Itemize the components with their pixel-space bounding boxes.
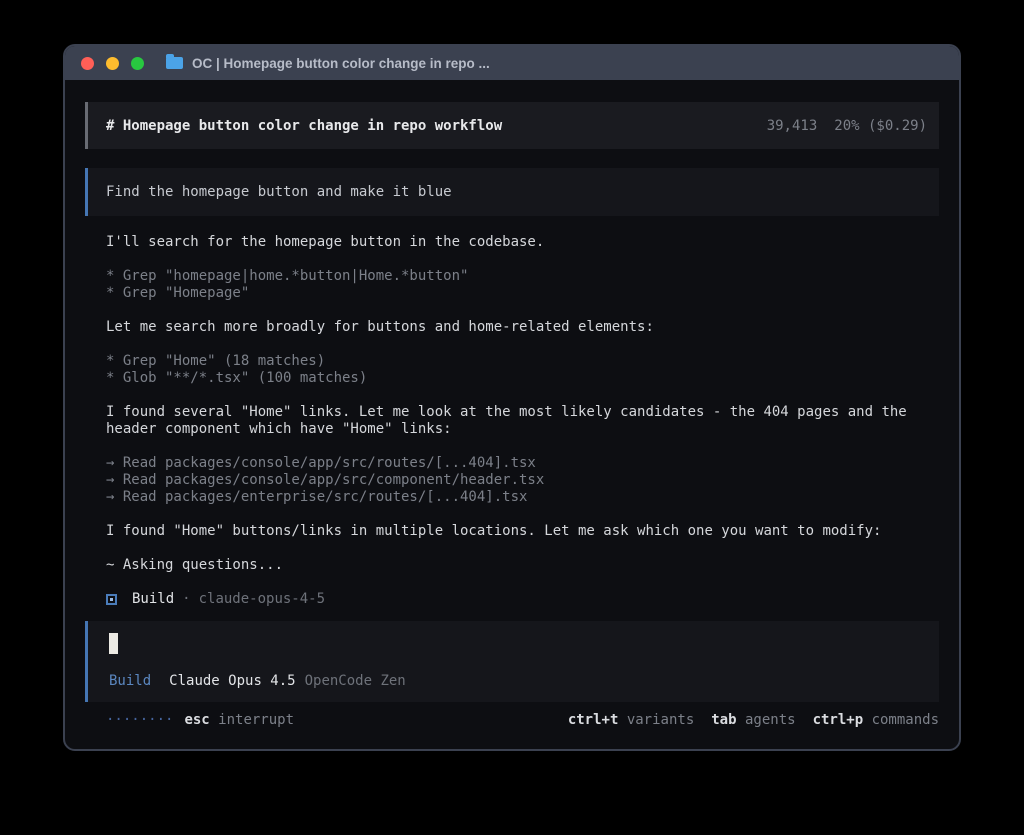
active-model-label: Claude Opus 4.5	[169, 673, 295, 689]
agent-status-line: Build · claude-opus-4-5	[106, 591, 939, 608]
conversation: I'll search for the homepage button in t…	[85, 234, 939, 608]
tool-call: → Read packages/enterprise/src/routes/[.…	[106, 489, 939, 506]
tool-call: → Read packages/console/app/src/routes/[…	[106, 455, 939, 472]
terminal-content: # Homepage button color change in repo w…	[65, 80, 959, 728]
tool-call: * Glob "**/*.tsx" (100 matches)	[106, 370, 939, 387]
tool-call: * Grep "Homepage"	[106, 285, 939, 302]
active-agent-label: Build	[109, 673, 151, 689]
session-stats: 39,413 20% ($0.29)	[767, 118, 927, 134]
tool-call-group: * Grep "Home" (18 matches) * Glob "**/*.…	[106, 353, 939, 387]
tool-call: * Grep "homepage|home.*button|Home.*butt…	[106, 268, 939, 285]
hint-variants: ctrl+t variants	[568, 712, 694, 728]
user-message-text: Find the homepage button and make it blu…	[106, 184, 452, 200]
assistant-text: Let me search more broadly for buttons a…	[106, 319, 939, 336]
terminal-window: OC | Homepage button color change in rep…	[63, 44, 961, 751]
agent-model: claude-opus-4-5	[199, 591, 325, 608]
tool-call-group: * Grep "homepage|home.*button|Home.*butt…	[106, 268, 939, 302]
assistant-text: I found several "Home" links. Let me loo…	[106, 404, 939, 438]
hint-interrupt: esc interrupt	[184, 712, 294, 728]
prompt-input[interactable]: Build Claude Opus 4.5 OpenCode Zen	[85, 621, 939, 702]
tool-call: * Grep "Home" (18 matches)	[106, 353, 939, 370]
agent-status-icon	[106, 594, 117, 605]
model-provider-label: OpenCode Zen	[305, 673, 406, 689]
session-header: # Homepage button color change in repo w…	[85, 102, 939, 149]
agent-name: Build	[132, 591, 174, 608]
session-title: # Homepage button color change in repo w…	[106, 118, 502, 134]
assistant-text: I'll search for the homepage button in t…	[106, 234, 939, 251]
agent-separator: ·	[182, 591, 190, 608]
token-count: 39,413	[767, 118, 818, 134]
user-message: Find the homepage button and make it blu…	[85, 168, 939, 216]
window-title: OC | Homepage button color change in rep…	[192, 56, 490, 71]
status-left: ········ esc interrupt	[106, 712, 294, 728]
status-bar: ········ esc interrupt ctrl+t variants ta…	[85, 711, 939, 728]
close-window-button[interactable]	[81, 57, 94, 70]
status-right: ctrl+t variants tab agents ctrl+p comman…	[551, 712, 939, 728]
text-cursor	[109, 633, 118, 654]
zoom-window-button[interactable]	[131, 57, 144, 70]
spinner-dots: ········	[106, 712, 173, 728]
tool-call-group: → Read packages/console/app/src/routes/[…	[106, 455, 939, 506]
assistant-status-text: ~ Asking questions...	[106, 557, 939, 574]
assistant-text: I found "Home" buttons/links in multiple…	[106, 523, 939, 540]
minimize-window-button[interactable]	[106, 57, 119, 70]
tool-call: → Read packages/console/app/src/componen…	[106, 472, 939, 489]
model-line: Build Claude Opus 4.5 OpenCode Zen	[109, 673, 921, 689]
context-cost: 20% ($0.29)	[834, 118, 927, 134]
hint-commands: ctrl+p commands	[813, 712, 939, 728]
folder-icon	[166, 57, 183, 69]
hint-agents: tab agents	[711, 712, 795, 728]
titlebar[interactable]: OC | Homepage button color change in rep…	[65, 46, 959, 80]
